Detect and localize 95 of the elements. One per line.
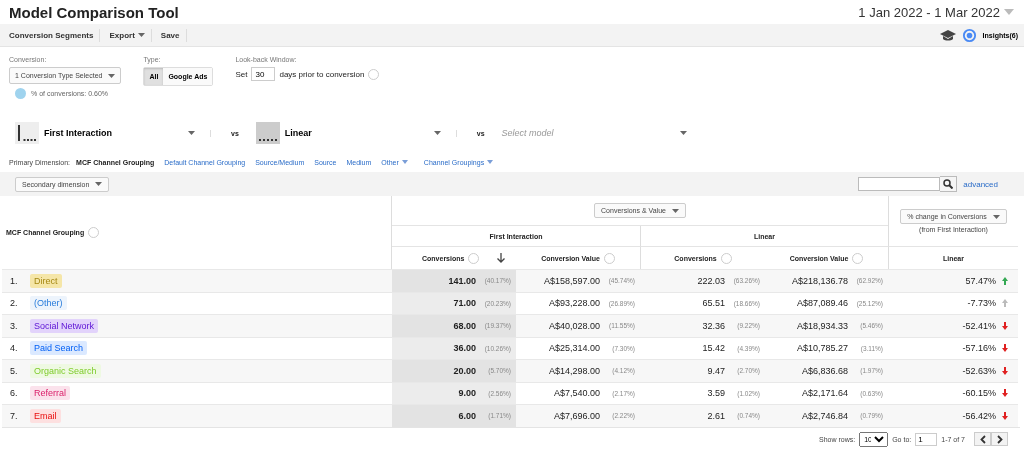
help-icon[interactable] (720, 252, 732, 264)
help-icon[interactable] (368, 68, 380, 80)
table-cell: A$40,028.00 (548, 320, 600, 331)
row-number: 1. (10, 275, 19, 286)
channel-tag[interactable]: (Other) (30, 296, 67, 311)
table-cell: 32.36 (702, 320, 725, 331)
table-cell: A$14,298.00 (548, 365, 600, 376)
chevron-right-icon (996, 434, 1003, 444)
table-cell: A$25,314.00 (548, 343, 600, 354)
table-cell: -52.41% (962, 320, 996, 331)
search-field[interactable] (858, 177, 941, 191)
table-cell: -7.73% (967, 298, 996, 309)
table-cell: A$218,136.78 (791, 275, 848, 286)
row-number: 6. (10, 388, 19, 399)
pie-icon (15, 88, 26, 99)
table-cell: A$7,696.00 (553, 410, 600, 421)
table-cell: -60.15% (962, 388, 996, 399)
trend-arrow-icon (1002, 366, 1008, 375)
help-icon[interactable] (852, 252, 864, 264)
lookback-days-field[interactable]: 30 (251, 67, 276, 81)
first-interaction-icon (15, 122, 39, 144)
table-cell: 65.51 (702, 298, 725, 309)
search-icon (943, 179, 954, 189)
table-cell: A$93,228.00 (548, 298, 600, 309)
channel-tag[interactable]: Social Network (30, 318, 99, 333)
row-number: 7. (10, 410, 19, 421)
table-cell: A$2,171.64 (801, 388, 848, 399)
row-number: 2. (10, 298, 19, 309)
caret-icon (401, 160, 408, 164)
model-selector[interactable]: Linear (255, 122, 441, 144)
caret-icon (188, 131, 195, 135)
previous-page-button[interactable] (974, 432, 991, 446)
row-number: 3. (10, 320, 19, 331)
caret-icon (95, 182, 103, 186)
lookback-suffix: days prior to conversion (279, 69, 365, 79)
table-cell: 68.00 (453, 320, 476, 331)
caret-icon (137, 33, 145, 37)
table-cell: 57.47% (965, 275, 996, 286)
sort-arrow-icon[interactable] (497, 253, 506, 263)
toolbar-button[interactable]: Save (157, 28, 187, 42)
channel-tag[interactable]: Referral (30, 386, 70, 401)
table-cell: -56.42% (962, 410, 996, 421)
search-button[interactable] (940, 176, 958, 192)
table-cell: 20.00 (453, 365, 476, 376)
caret-icon (679, 131, 687, 135)
table-cell: A$6,836.68 (801, 365, 848, 376)
caret-icon (108, 73, 116, 78)
table-cell: 71.00 (453, 298, 476, 309)
caret-icon (487, 160, 494, 164)
lookback-prefix: Set (235, 69, 248, 79)
table-cell: A$2,746.84 (801, 410, 848, 421)
table-cell: A$158,597.00 (543, 275, 600, 286)
trend-arrow-icon (1002, 321, 1008, 330)
channel-tag[interactable]: Email (30, 408, 61, 423)
trend-arrow-icon (1002, 411, 1008, 420)
caret-icon (1004, 9, 1014, 15)
trend-arrow-icon (1002, 276, 1008, 285)
chevron-left-icon (979, 434, 986, 444)
caret-icon (433, 131, 441, 135)
trend-arrow-icon (1002, 389, 1008, 398)
table-cell: -57.16% (962, 343, 996, 354)
page-title: Model Comparison Tool (9, 3, 179, 21)
table-cell: 15.42 (702, 343, 725, 354)
table-cell: 222.03 (697, 275, 725, 286)
table-cell: A$7,540.00 (553, 388, 600, 399)
row-number: 4. (10, 343, 19, 354)
channel-tag[interactable]: Paid Search (30, 341, 88, 356)
table-cell: 2.61 (707, 410, 725, 421)
table-cell: A$87,089.46 (796, 298, 848, 309)
linear-model-icon (255, 122, 280, 144)
row-number: 5. (10, 365, 19, 376)
toolbar-button[interactable]: Conversion Segments (6, 28, 101, 42)
caret-icon (992, 214, 1000, 219)
caret-icon (671, 208, 679, 213)
table-cell: A$18,934.33 (796, 320, 848, 331)
trend-arrow-icon (1002, 344, 1008, 353)
insights-icon[interactable] (961, 27, 977, 43)
table-cell: 9.47 (707, 365, 725, 376)
table-cell: A$10,785.27 (796, 343, 848, 354)
trend-arrow-icon (1002, 299, 1008, 308)
table-cell: 141.00 (448, 275, 476, 286)
next-page-button[interactable] (991, 432, 1008, 446)
table-cell: 9.00 (458, 388, 476, 399)
graduation-cap-icon[interactable] (939, 29, 956, 41)
goto-field[interactable]: 1 (915, 432, 938, 446)
help-icon[interactable] (468, 252, 480, 264)
table-cell: 3.59 (707, 388, 725, 399)
help-icon[interactable] (603, 252, 615, 264)
help-icon[interactable] (88, 227, 100, 238)
table-cell: 6.00 (458, 410, 476, 421)
advanced-link[interactable]: advanced (963, 179, 998, 189)
table-cell: -52.63% (962, 365, 996, 376)
model-selector[interactable]: First Interaction (15, 122, 195, 144)
table-cell: 36.00 (453, 343, 476, 354)
toolbar-button[interactable]: Export (106, 28, 152, 42)
